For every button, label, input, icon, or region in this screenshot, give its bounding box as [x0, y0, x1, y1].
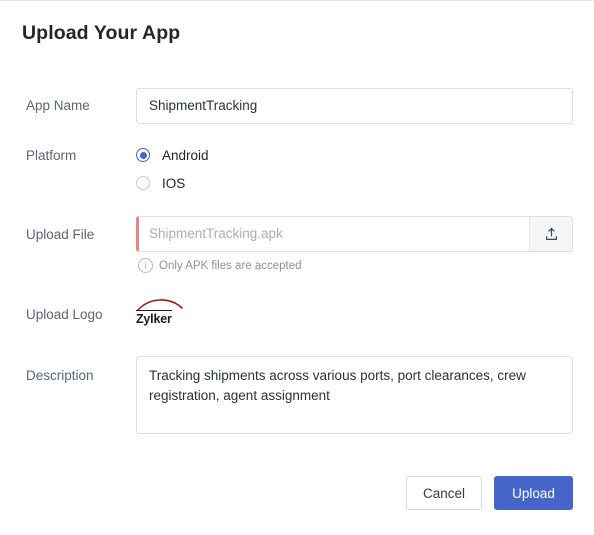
platform-option-ios-label: IOS [162, 175, 186, 191]
upload-tray-icon [545, 227, 557, 240]
page-title: Upload Your App [22, 22, 181, 44]
cancel-button[interactable]: Cancel [406, 476, 482, 510]
upload-logo-label: Upload Logo [26, 307, 103, 322]
platform-label: Platform [26, 148, 77, 163]
upload-app-form-page: Upload Your App App Name ShipmentTrackin… [0, 0, 594, 535]
upload-file-control[interactable]: ShipmentTracking.apk [136, 216, 573, 252]
description-label: Description [26, 368, 94, 383]
form-actions: Cancel Upload [0, 476, 594, 510]
upload-file-button[interactable] [529, 217, 572, 251]
platform-option-android[interactable]: Android [136, 141, 209, 169]
zylker-logo-text: Zylker [136, 310, 172, 326]
zylker-logo[interactable]: Zylker [136, 296, 190, 328]
platform-option-android-label: Android [162, 147, 209, 163]
upload-button[interactable]: Upload [494, 476, 573, 510]
app-name-label: App Name [26, 98, 90, 113]
radio-selected-icon[interactable] [136, 148, 150, 162]
upload-file-hint-text: Only APK files are accepted [159, 259, 302, 272]
radio-unselected-icon[interactable] [136, 176, 150, 190]
platform-option-ios[interactable]: IOS [136, 169, 209, 197]
app-name-input[interactable]: ShipmentTracking [136, 88, 573, 124]
upload-file-hint: i Only APK files are accepted [138, 258, 302, 273]
description-input[interactable]: Tracking shipments across various ports,… [136, 356, 573, 434]
info-circle-icon: i [138, 258, 153, 273]
upload-file-label: Upload File [26, 227, 95, 242]
upload-file-input[interactable]: ShipmentTracking.apk [139, 217, 529, 251]
platform-radio-group: Android IOS [136, 141, 209, 197]
top-divider [0, 0, 594, 1]
